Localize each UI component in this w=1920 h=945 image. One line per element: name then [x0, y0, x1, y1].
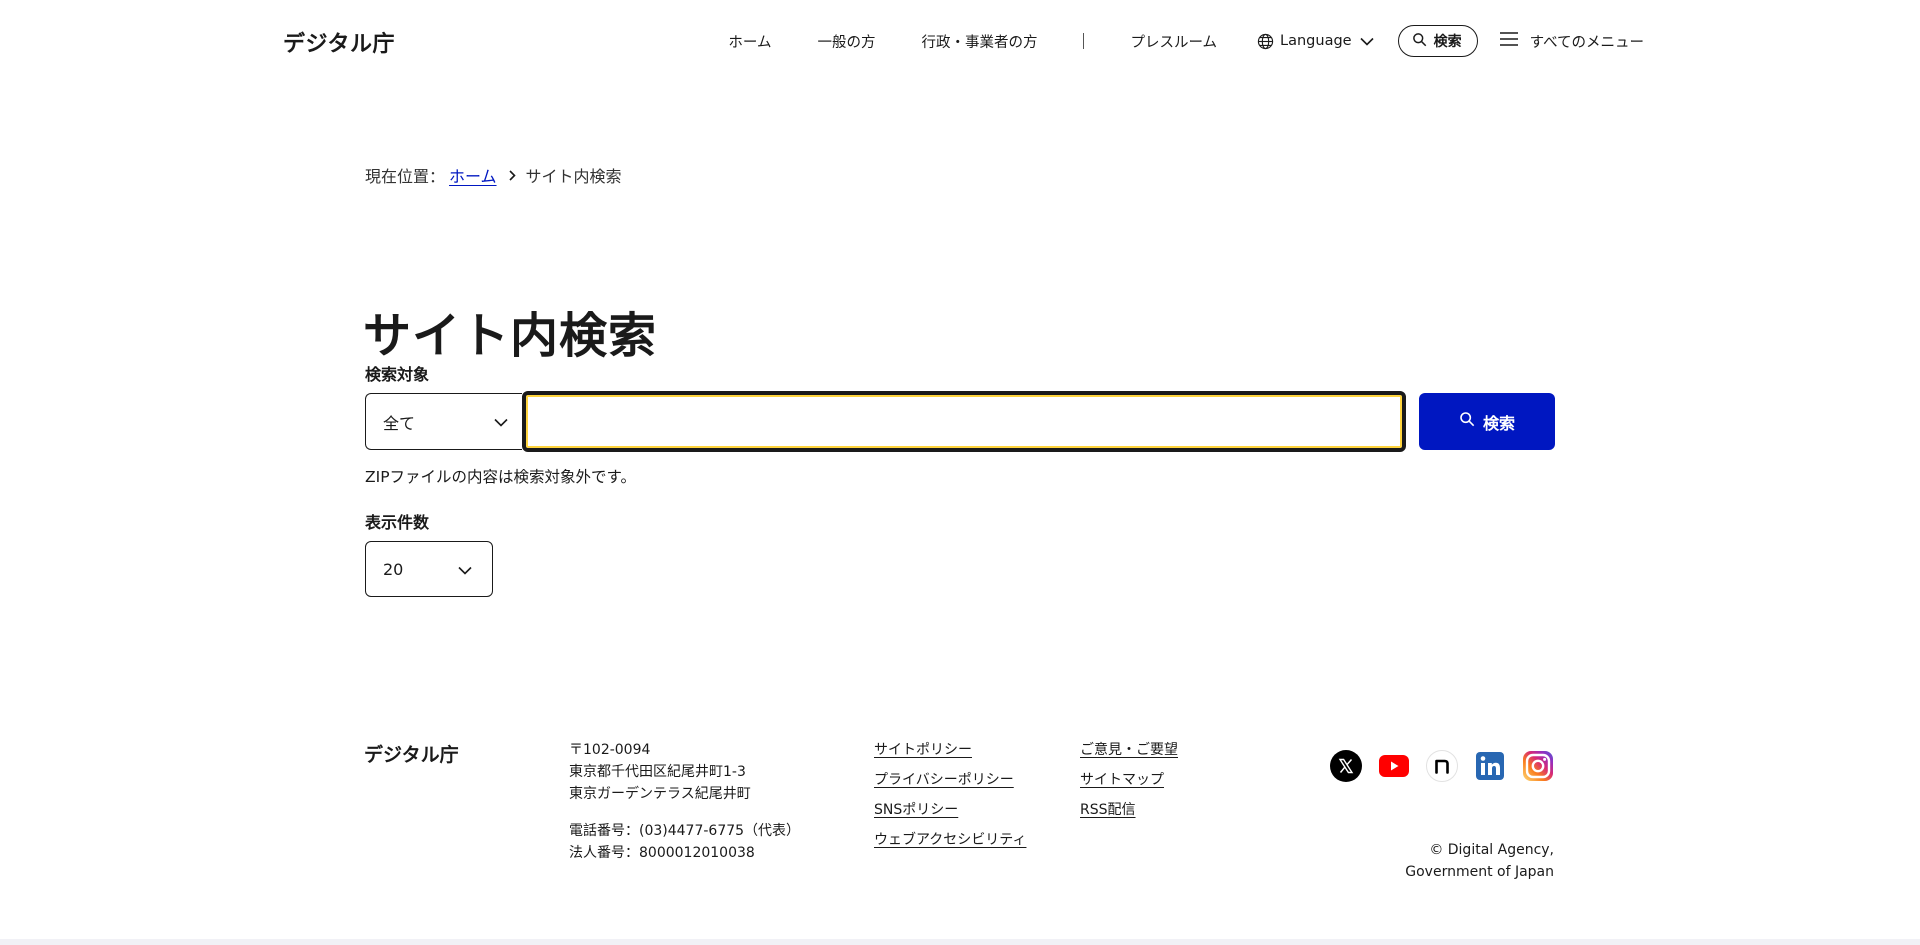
breadcrumb-home-link[interactable]: ホーム: [449, 163, 497, 187]
phone-number: 電話番号：(03)4477-6775（代表）: [569, 823, 801, 839]
page-bottom-strip: [0, 939, 1920, 945]
zip-note: ZIPファイルの内容は検索対象外です。: [365, 468, 636, 486]
copyright: © Digital Agency, Government of Japan: [1405, 839, 1554, 883]
nav-business[interactable]: 行政・事業者の方: [921, 31, 1037, 52]
footer-logo[interactable]: デジタル庁: [364, 740, 459, 767]
note-icon[interactable]: [1426, 750, 1458, 782]
header-search-button[interactable]: 検索: [1397, 25, 1478, 57]
linkedin-icon[interactable]: [1474, 750, 1506, 782]
footer-link-sns-policy[interactable]: SNSポリシー: [874, 799, 1026, 821]
global-nav: ホーム 一般の方 行政・事業者の方 プレスルーム Language 検索 すべて…: [728, 25, 1644, 57]
nav-press[interactable]: プレスルーム: [1130, 31, 1217, 52]
language-selector[interactable]: Language: [1257, 33, 1374, 50]
chevron-right-icon: [508, 169, 516, 181]
search-submit-button[interactable]: 検索: [1419, 393, 1555, 450]
nav-home[interactable]: ホーム: [728, 31, 771, 52]
chevron-down-icon: [494, 412, 508, 431]
search-input[interactable]: [522, 391, 1406, 452]
site-logo[interactable]: デジタル庁: [283, 26, 395, 58]
breadcrumb-prefix: 現在位置：: [365, 167, 446, 186]
chevron-down-icon: [458, 560, 472, 579]
result-count-select[interactable]: 20: [365, 541, 493, 597]
footer-link-privacy-policy[interactable]: プライバシーポリシー: [874, 769, 1026, 791]
globe-icon: [1257, 33, 1274, 50]
all-menu-button[interactable]: すべてのメニュー: [1499, 31, 1644, 52]
page-title: サイト内検索: [363, 308, 658, 364]
search-icon: [1412, 32, 1434, 51]
chevron-down-icon: [1360, 37, 1374, 46]
nav-divider: [1083, 33, 1085, 49]
postal-code: 〒102-0094: [569, 742, 651, 758]
footer-address: 〒102-0094 東京都千代田区紀尾井町1-3 東京ガーデンテラス紀尾井町 電…: [569, 739, 800, 864]
instagram-icon[interactable]: [1522, 750, 1554, 782]
address-line-1: 東京都千代田区紀尾井町1-3: [569, 764, 746, 780]
site-header: デジタル庁 ホーム 一般の方 行政・事業者の方 プレスルーム Language: [0, 0, 1920, 80]
breadcrumb-current: サイト内検索: [525, 167, 622, 186]
search-target-label: 検索対象: [365, 365, 430, 384]
footer-links-col-2: ご意見・ご要望 サイトマップ RSS配信: [1080, 739, 1178, 829]
all-menu-label: すべてのメニュー: [1529, 34, 1644, 51]
copyright-line-2: Government of Japan: [1405, 864, 1554, 880]
breadcrumb: 現在位置： ホーム サイト内検索: [365, 163, 622, 187]
footer-link-sitemap[interactable]: サイトマップ: [1080, 769, 1178, 791]
hamburger-icon: [1499, 32, 1530, 50]
social-links: [1330, 750, 1554, 782]
x-icon[interactable]: [1330, 750, 1362, 782]
footer-link-feedback[interactable]: ご意見・ご要望: [1080, 739, 1178, 761]
footer-link-rss[interactable]: RSS配信: [1080, 799, 1178, 821]
search-target-select[interactable]: 全て: [365, 393, 522, 450]
corporate-number: 法人番号：8000012010038: [569, 845, 755, 861]
footer-link-site-policy[interactable]: サイトポリシー: [874, 739, 1026, 761]
result-count-value: 20: [383, 559, 404, 579]
search-target-value: 全て: [383, 413, 416, 433]
search-submit-label: 検索: [1482, 415, 1515, 433]
footer-links-col-1: サイトポリシー プライバシーポリシー SNSポリシー ウェブアクセシビリティ: [874, 739, 1026, 859]
search-icon: [1459, 411, 1483, 432]
header-search-label: 検索: [1433, 34, 1462, 50]
address-line-2: 東京ガーデンテラス紀尾井町: [569, 786, 751, 802]
result-count-label: 表示件数: [365, 513, 430, 532]
copyright-line-1: © Digital Agency,: [1429, 842, 1554, 858]
footer-link-accessibility[interactable]: ウェブアクセシビリティ: [874, 829, 1026, 851]
nav-general[interactable]: 一般の方: [817, 31, 875, 52]
language-label: Language: [1280, 33, 1352, 49]
youtube-icon[interactable]: [1378, 750, 1410, 782]
